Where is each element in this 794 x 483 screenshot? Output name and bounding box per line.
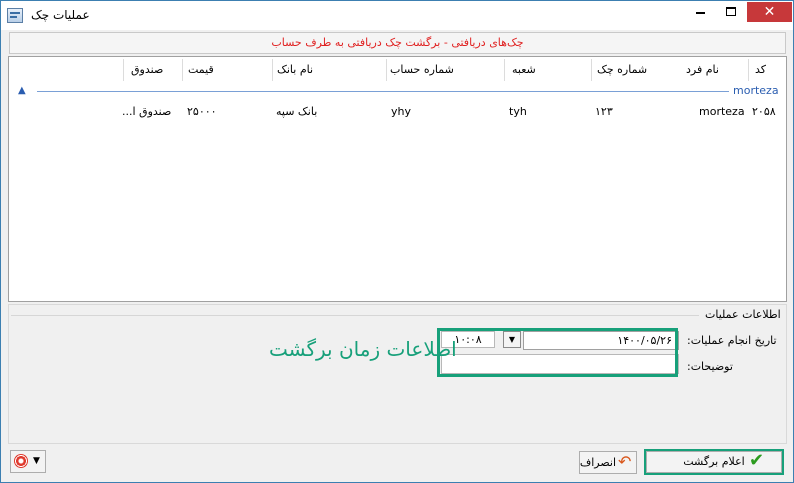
column-separator: [386, 59, 387, 81]
cell-fund[interactable]: صندوق ا...: [122, 105, 171, 118]
cell-person[interactable]: morteza: [699, 105, 745, 118]
chevron-down-icon: ▼: [33, 456, 40, 466]
cell-code[interactable]: ۲۰۵۸: [752, 105, 776, 118]
operation-banner: چک‌های دریافتی - برگشت چک دریافتی به طرف…: [9, 32, 786, 54]
checkmark-icon: ✔: [749, 450, 765, 471]
maximize-icon: [726, 7, 736, 16]
column-header-price[interactable]: قیمت: [188, 63, 214, 76]
cell-branch[interactable]: tyh: [509, 105, 527, 118]
chevron-up-icon[interactable]: ▲: [18, 85, 26, 96]
cell-price[interactable]: ۲۵۰۰۰: [187, 105, 217, 118]
section-divider: [11, 315, 699, 316]
column-separator: [591, 59, 592, 81]
cell-bank-name[interactable]: بانک سپه: [276, 105, 317, 118]
return-time-annotation: اطلاعات زمان برگشت: [269, 337, 457, 361]
minimize-button[interactable]: [686, 2, 714, 22]
title-bar: عملیات چک ✕: [1, 1, 793, 30]
column-header-branch[interactable]: شعبه: [512, 63, 536, 76]
description-label: توضیحات:: [687, 360, 733, 373]
date-label: تاریخ انجام عملیات:: [687, 334, 777, 347]
group-row[interactable]: ▲ morteza: [9, 84, 786, 100]
column-separator: [504, 59, 505, 81]
lifebuoy-icon: [14, 454, 28, 468]
operation-info-title: اطلاعات عملیات: [705, 308, 781, 321]
checks-grid[interactable]: کد نام فرد شماره چک شعبه شماره حساب نام …: [8, 56, 787, 302]
undo-arrow-icon: ↶: [618, 452, 632, 471]
maximize-button[interactable]: [717, 2, 745, 22]
app-icon: [7, 8, 23, 23]
minimize-icon: [695, 12, 705, 14]
group-label: morteza: [733, 84, 779, 97]
window-title: عملیات چک: [31, 8, 90, 22]
column-header-check-number[interactable]: شماره چک: [597, 63, 647, 76]
operations-window: عملیات چک ✕ چک‌های دریافتی - برگشت چک در…: [0, 0, 794, 483]
close-icon: ✕: [763, 4, 776, 20]
cell-account-number[interactable]: yhy: [391, 105, 411, 118]
close-button[interactable]: ✕: [747, 2, 792, 22]
column-separator: [182, 59, 183, 81]
column-header-person[interactable]: نام فرد: [686, 63, 719, 76]
highlight-frame: [437, 328, 678, 377]
column-separator: [123, 59, 124, 81]
column-header-account-number[interactable]: شماره حساب: [390, 63, 454, 76]
cell-check-number[interactable]: ۱۲۳: [595, 105, 613, 118]
group-divider: [37, 91, 729, 92]
column-header-fund[interactable]: صندوق: [131, 63, 163, 76]
column-header-bank-name[interactable]: نام بانک: [277, 63, 313, 76]
column-separator: [748, 59, 749, 81]
column-separator: [272, 59, 273, 81]
column-header-code[interactable]: کد: [755, 63, 766, 76]
